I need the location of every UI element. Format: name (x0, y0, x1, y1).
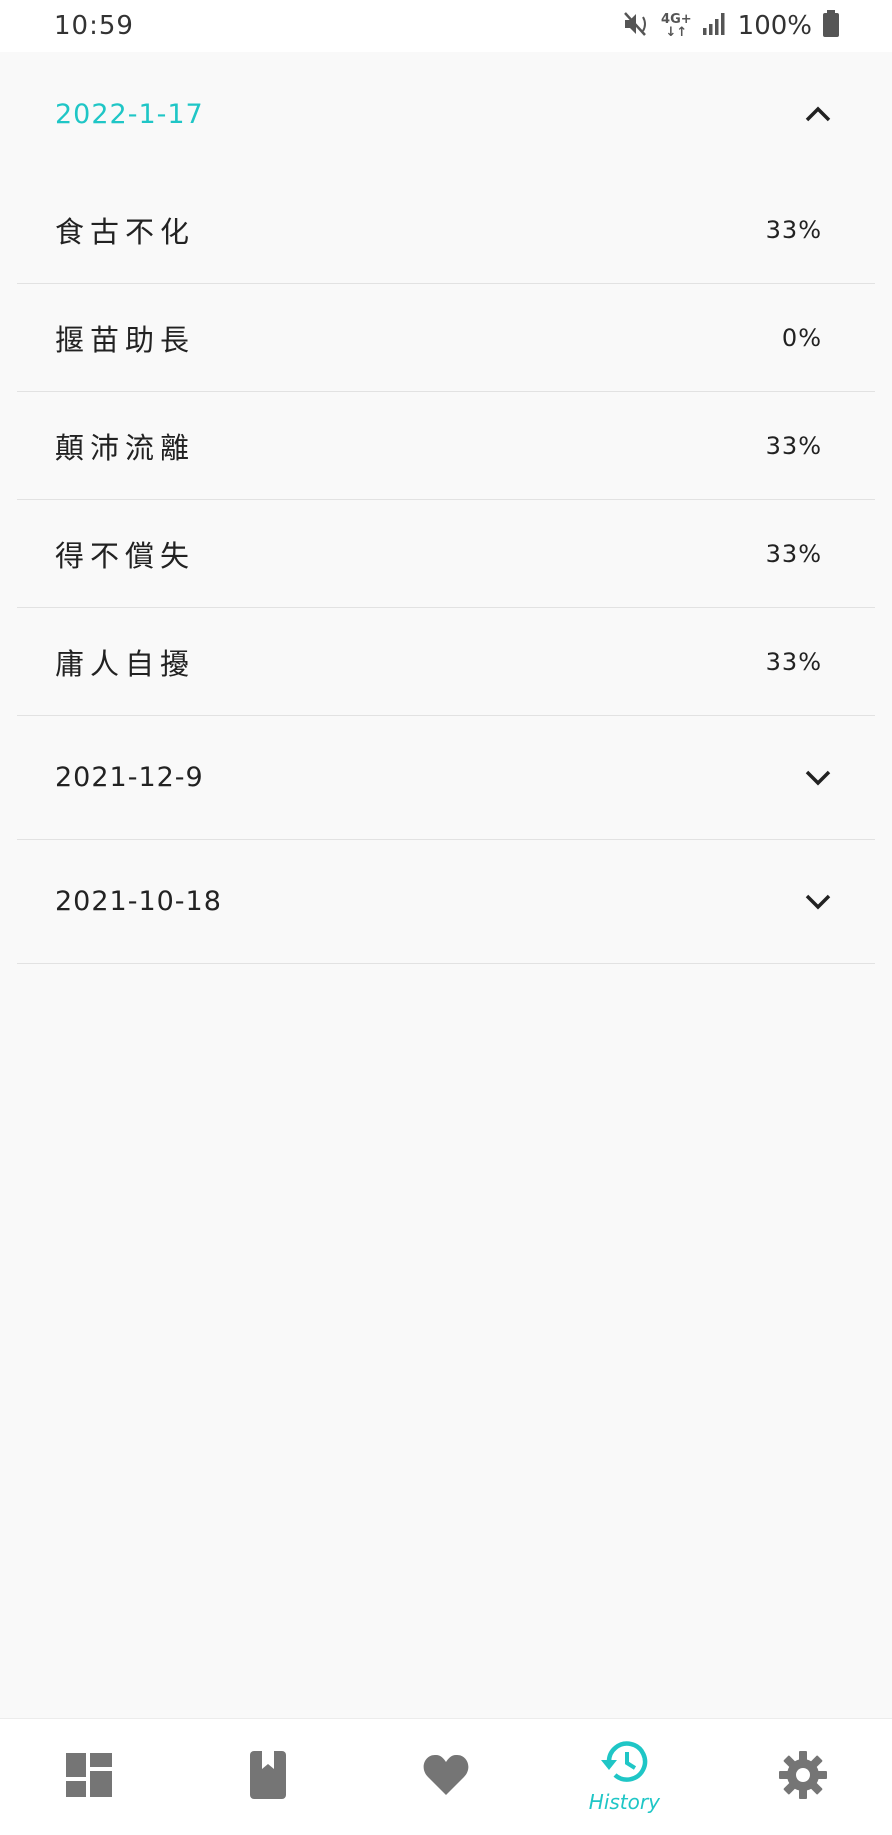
chevron-down-icon[interactable] (801, 885, 835, 919)
gear-icon (778, 1751, 827, 1803)
status-icons: 4G+ ↓↑ 100% (623, 10, 840, 42)
idiom-percent: 33% (765, 431, 822, 460)
date-group-header[interactable]: 2021-10-18 (17, 840, 875, 964)
date-group-title: 2022-1-17 (55, 98, 204, 130)
list-item[interactable]: 顛沛流離 33% (17, 392, 875, 500)
nav-book[interactable] (193, 1751, 343, 1803)
history-icon (599, 1740, 649, 1788)
date-group-header[interactable]: 2022-1-17 (17, 52, 875, 176)
idiom-name: 食古不化 (55, 214, 196, 249)
dashboard-icon (66, 1753, 113, 1801)
bottom-navigation: History (0, 1718, 892, 1835)
battery-icon (822, 10, 840, 42)
heart-icon (422, 1753, 470, 1801)
list-item[interactable]: 庸人自擾 33% (17, 608, 875, 716)
chevron-up-icon[interactable] (801, 97, 835, 131)
list-item[interactable]: 揠苗助長 0% (17, 284, 875, 392)
idiom-percent: 33% (765, 647, 822, 676)
date-group-header[interactable]: 2021-12-9 (17, 716, 875, 840)
idiom-name: 揠苗助長 (55, 322, 196, 357)
list-item[interactable]: 食古不化 33% (17, 176, 875, 284)
signal-icon (702, 12, 728, 40)
idiom-name: 得不償失 (55, 538, 196, 573)
network-indicator: 4G+ ↓↑ (661, 12, 692, 40)
idiom-name: 庸人自擾 (55, 646, 196, 681)
mute-vibrate-icon (623, 11, 651, 41)
idiom-percent: 33% (765, 539, 822, 568)
status-time: 10:59 (54, 11, 134, 41)
idiom-percent: 33% (765, 215, 822, 244)
status-bar: 10:59 4G+ ↓↑ 100% (0, 0, 892, 52)
date-group-title: 2021-10-18 (55, 886, 222, 917)
nav-favorites[interactable] (371, 1753, 521, 1801)
chevron-down-icon[interactable] (801, 761, 835, 795)
nav-history-label: History (588, 1790, 660, 1814)
history-list: 2022-1-17 食古不化 33% 揠苗助長 0% 顛沛流離 33% 得不償失… (17, 52, 875, 964)
nav-settings[interactable] (728, 1751, 878, 1803)
date-group-title: 2021-12-9 (55, 762, 204, 793)
list-item[interactable]: 得不償失 33% (17, 500, 875, 608)
battery-percent: 100% (737, 11, 812, 41)
bookmark-book-icon (248, 1751, 288, 1803)
idiom-name: 顛沛流離 (55, 430, 196, 465)
nav-history[interactable]: History (549, 1740, 699, 1814)
idiom-percent: 0% (781, 323, 822, 352)
nav-dashboard[interactable] (14, 1753, 164, 1801)
